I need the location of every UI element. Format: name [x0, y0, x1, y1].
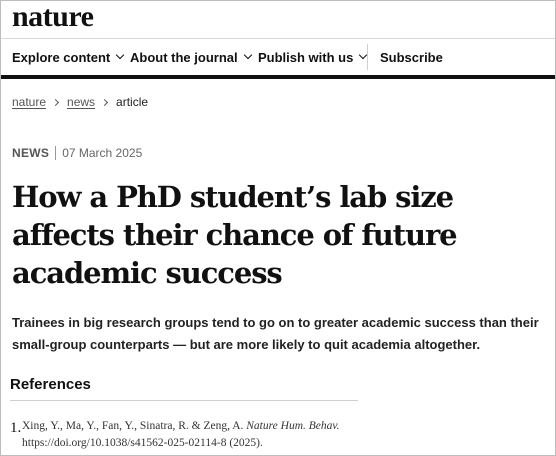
- chevron-right-icon: [101, 98, 109, 106]
- reference-text: Xing, Y., Ma, Y., Fan, Y., Sinatra, R. &…: [22, 418, 340, 452]
- nav-publish-with-us-label: Publish with us: [258, 49, 354, 65]
- nav-subscribe[interactable]: Subscribe: [380, 39, 443, 75]
- article-meta: NEWS 07 March 2025: [12, 146, 142, 160]
- breadcrumb-current: article: [116, 95, 149, 109]
- breadcrumb-nature[interactable]: nature: [12, 95, 46, 109]
- nav-bottom-rule: [1, 75, 555, 79]
- references-divider: [10, 400, 358, 401]
- reference-authors: Xing, Y., Ma, Y., Fan, Y., Sinatra, R. &…: [22, 420, 244, 432]
- chevron-right-icon: [51, 98, 60, 106]
- breadcrumb-news[interactable]: news: [67, 95, 95, 109]
- nav-explore-content[interactable]: Explore content: [12, 39, 125, 75]
- article-standfirst: Trainees in big research groups tend to …: [12, 315, 539, 352]
- main-nav: Explore content About the journal Publis…: [1, 39, 555, 75]
- reference-number: 1.: [10, 420, 22, 436]
- reference-journal: Nature Hum. Behav.: [246, 420, 340, 432]
- meta-divider: [55, 146, 57, 160]
- nav-explore-content-label: Explore content: [12, 49, 111, 65]
- nav-about-journal[interactable]: About the journal: [130, 39, 252, 75]
- reference-item: 1. Xing, Y., Ma, Y., Fan, Y., Sinatra, R…: [10, 418, 530, 452]
- nature-logo[interactable]: nature: [12, 0, 94, 34]
- chevron-down-icon: [243, 50, 252, 60]
- nav-publish-with-us[interactable]: Publish with us: [258, 39, 368, 75]
- article-date: 07 March 2025: [62, 146, 143, 160]
- article-type: NEWS: [12, 146, 50, 160]
- chevron-down-icon: [116, 50, 125, 60]
- references-heading: References: [10, 376, 91, 393]
- nav-subscribe-label: Subscribe: [380, 49, 443, 65]
- nav-separator: [367, 44, 368, 70]
- nav-about-journal-label: About the journal: [130, 49, 238, 65]
- breadcrumb: nature news article: [12, 95, 148, 109]
- reference-doi[interactable]: https://doi.org/10.1038/s41562-025-02114…: [22, 437, 263, 449]
- article-title: How a PhD student’s lab size affects the…: [12, 180, 458, 290]
